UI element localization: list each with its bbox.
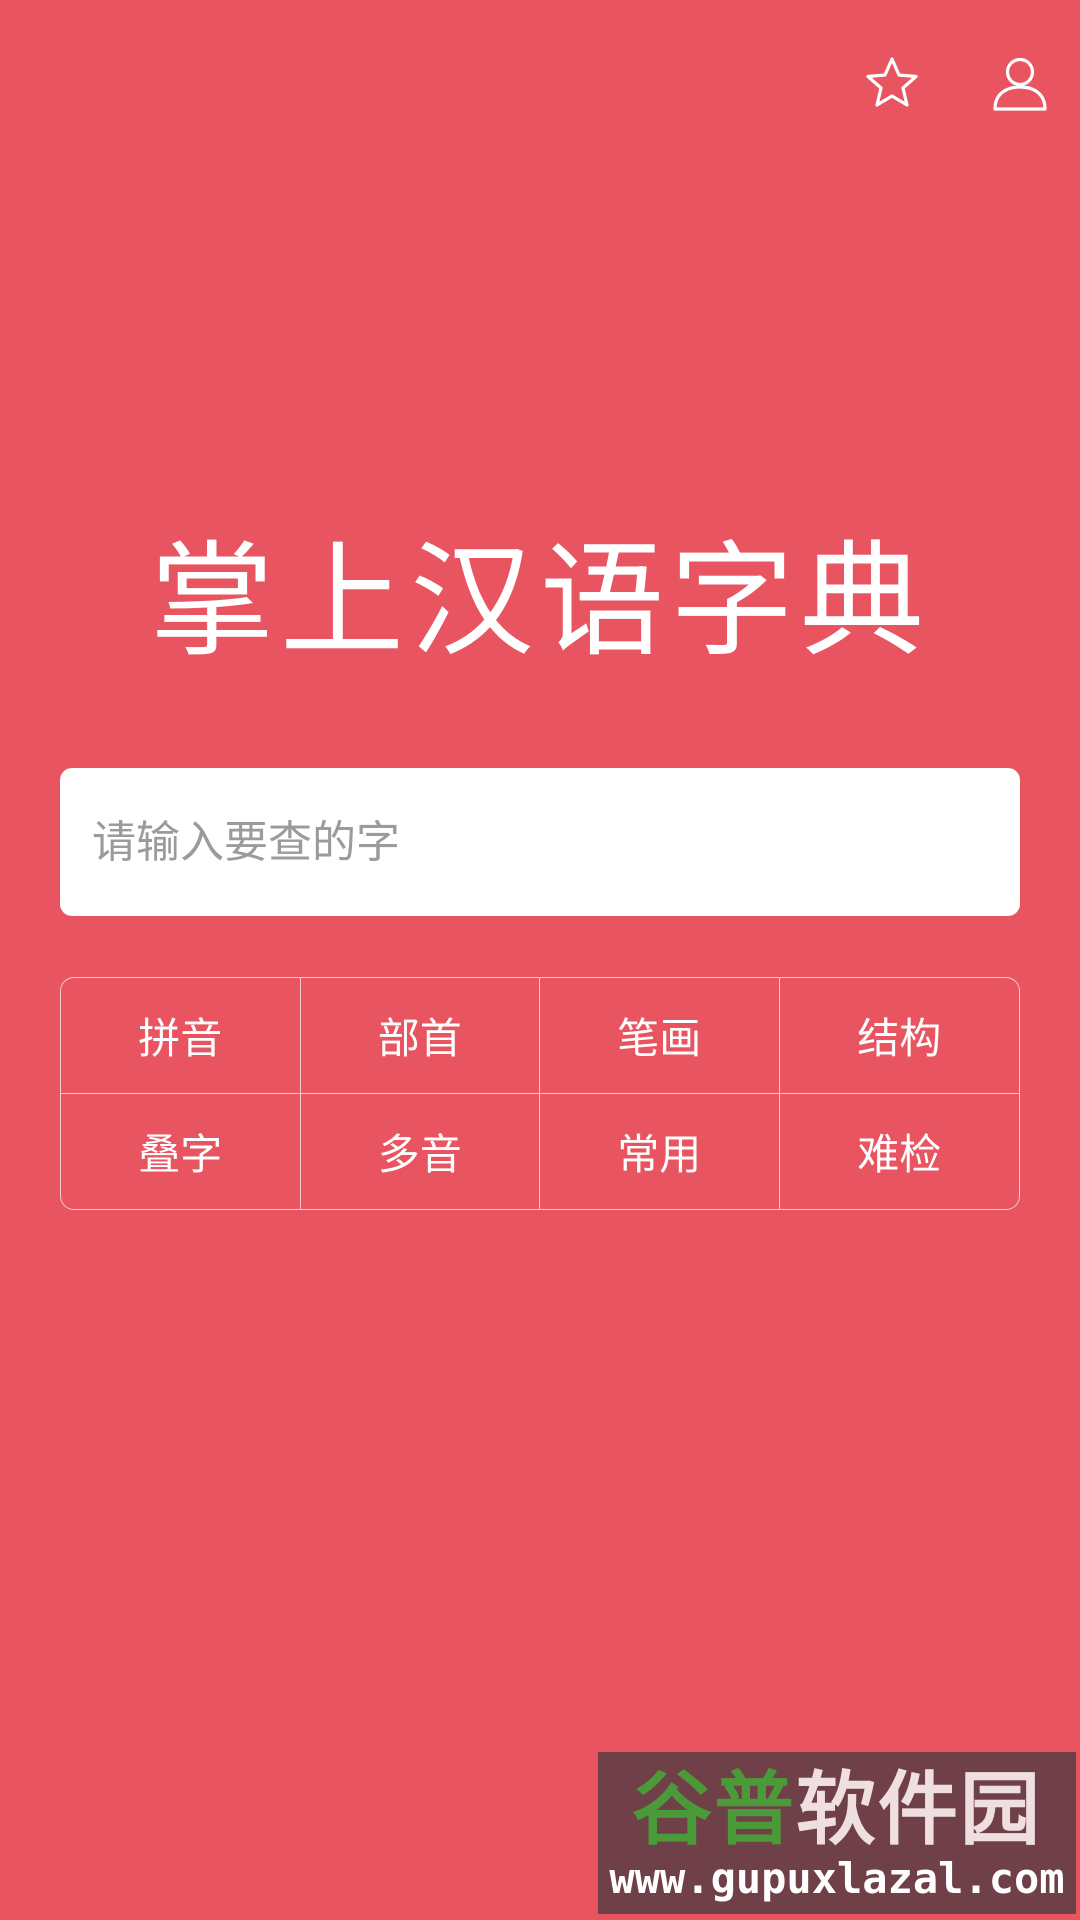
watermark: 谷普软件园 www.gupuxlazal.com (598, 1752, 1076, 1914)
lookup-stroke-button[interactable]: 笔画 (540, 978, 780, 1094)
header-actions (862, 54, 1050, 114)
app-title: 掌上汉语字典 (149, 530, 930, 674)
lookup-structure-button[interactable]: 结构 (779, 978, 1019, 1094)
lookup-method-grid: 拼音 部首 笔画 结构 叠字 多音 常用 难检 (60, 977, 1020, 1210)
lookup-pinyin-button[interactable]: 拼音 (61, 978, 301, 1094)
lookup-reduplicated-button[interactable]: 叠字 (61, 1093, 301, 1209)
profile-button[interactable] (990, 54, 1050, 114)
lookup-polyphonic-button[interactable]: 多音 (301, 1093, 540, 1209)
watermark-url: www.gupuxlazal.com (609, 1854, 1065, 1903)
watermark-logo-part2: 软件园 (796, 1763, 1042, 1856)
lookup-difficult-button[interactable]: 难检 (780, 1094, 1020, 1210)
watermark-logo-part1: 谷普 (632, 1763, 796, 1856)
star-icon (866, 57, 918, 107)
watermark-logo: 谷普软件园 (608, 1766, 1066, 1854)
lookup-radical-button[interactable]: 部首 (300, 978, 540, 1094)
search-box[interactable] (60, 768, 1020, 916)
user-icon (993, 57, 1047, 111)
lookup-common-button[interactable]: 常用 (540, 1093, 780, 1209)
search-input[interactable] (92, 768, 988, 916)
favorites-button[interactable] (862, 54, 922, 114)
